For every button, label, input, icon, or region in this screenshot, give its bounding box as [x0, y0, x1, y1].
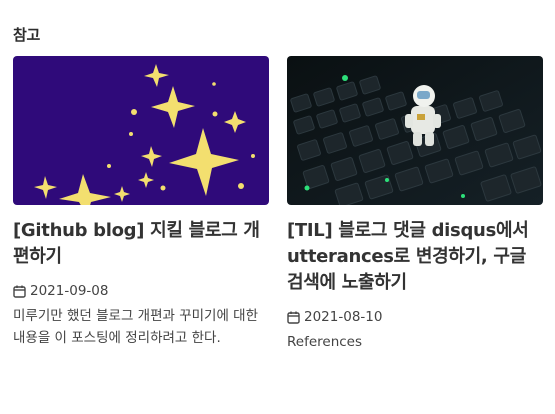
stars-illustration — [13, 56, 269, 205]
post-card: [TIL] 블로그 댓글 disqus에서 utterances로 변경하기, … — [287, 56, 543, 353]
post-date-text: 2021-08-10 — [304, 309, 383, 325]
post-card: [Github blog] 지킬 블로그 개편하기 2021-09-08 미루기… — [13, 56, 269, 349]
post-excerpt: References — [287, 334, 363, 350]
post-date: 2021-08-10 — [287, 307, 543, 327]
post-thumbnail-keyboard[interactable] — [287, 56, 543, 205]
post-thumbnail-stars[interactable] — [13, 56, 269, 205]
section-title: 참고 — [13, 26, 41, 44]
post-title[interactable]: [Github blog] 지킬 블로그 개편하기 — [13, 218, 269, 270]
calendar-icon — [287, 311, 300, 324]
post-date: 2021-09-08 — [13, 281, 269, 301]
keyboard-photo — [287, 56, 543, 205]
post-title[interactable]: [TIL] 블로그 댓글 disqus에서 utterances로 변경하기, … — [287, 218, 543, 296]
post-excerpt: 미루기만 했던 블로그 개편과 꾸미기에 대한 내용을 이 포스팅에 정리하려고… — [13, 308, 259, 346]
calendar-icon — [13, 285, 26, 298]
post-date-text: 2021-09-08 — [30, 283, 109, 299]
